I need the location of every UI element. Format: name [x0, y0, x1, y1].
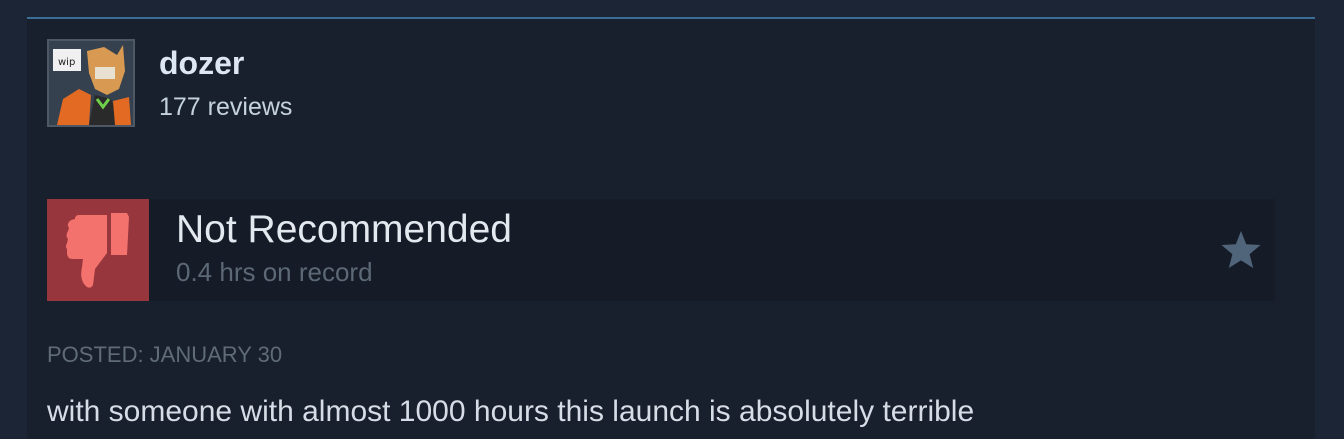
hours-on-record: 0.4 hrs on record — [176, 256, 373, 287]
avatar[interactable]: wip — [47, 39, 135, 127]
review-count[interactable]: 177 reviews — [159, 95, 292, 120]
avatar-illustration: wip — [49, 41, 133, 125]
svg-text:wip: wip — [58, 57, 75, 68]
verdict-banner: Not Recommended 0.4 hrs on record — [47, 199, 1275, 301]
posted-date: POSTED: JANUARY 30 — [47, 342, 283, 367]
review-card: wip dozer 177 reviews Not Recommended 0.… — [27, 17, 1315, 439]
author-name[interactable]: dozer — [159, 47, 292, 79]
verdict-text: Not Recommended 0.4 hrs on record — [176, 210, 1217, 287]
thumbs-down-badge — [47, 199, 149, 301]
star-button[interactable] — [1217, 226, 1265, 274]
thumbs-down-icon — [66, 213, 129, 288]
author-info: dozer 177 reviews — [159, 39, 292, 120]
page: wip dozer 177 reviews Not Recommended 0.… — [0, 0, 1344, 439]
star-icon — [1221, 231, 1261, 268]
review-body: with someone with almost 1000 hours this… — [47, 395, 975, 428]
verdict-title: Not Recommended — [176, 207, 512, 251]
author-block: wip dozer 177 reviews — [47, 39, 292, 133]
